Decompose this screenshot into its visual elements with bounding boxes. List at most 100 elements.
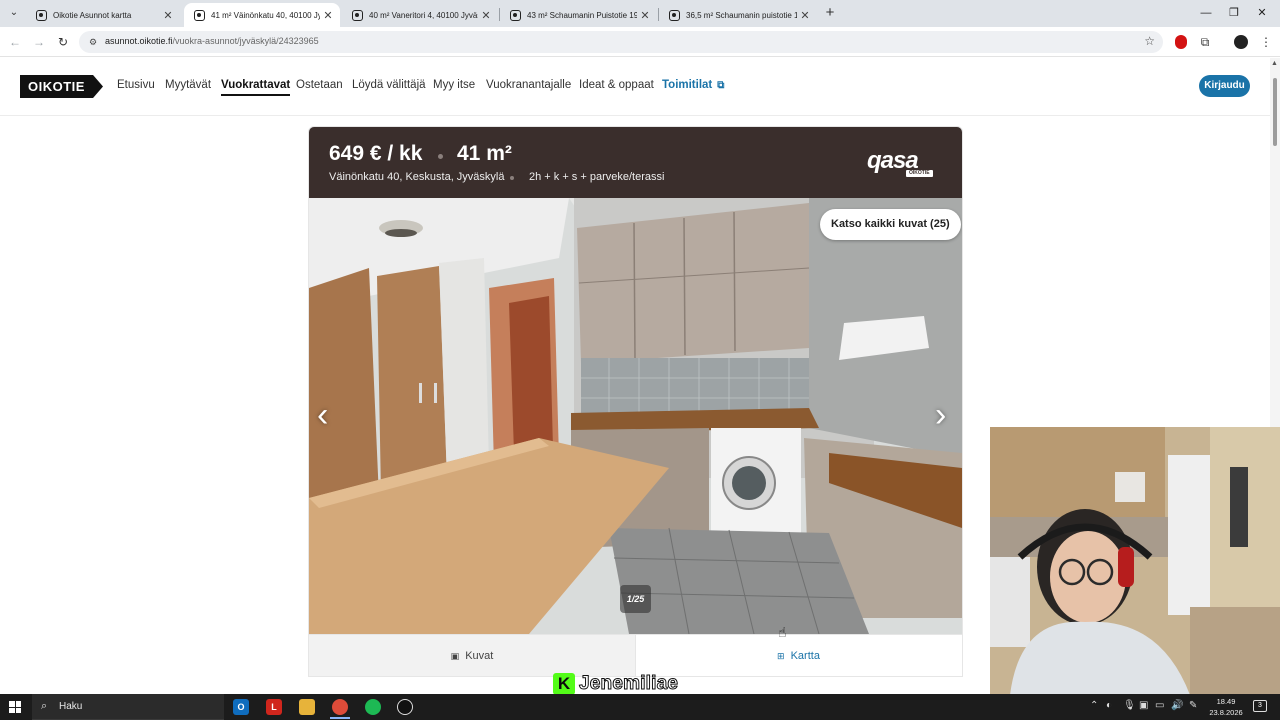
nav-loyda-valittaja[interactable]: Löydä välittäjä [352,79,426,91]
close-tab-icon[interactable]: ✕ [478,9,494,22]
minimize-icon[interactable]: — [1196,4,1216,22]
oikotie-favicon-icon [36,9,47,21]
login-button[interactable]: Kirjaudu [1199,75,1250,97]
tab-title: 41 m² Väinönkatu 40, 40100 Jyväskylä [211,10,320,20]
taskbar-date: 23.8.2026 [1209,708,1243,717]
tab-search-chevron-icon[interactable]: ⌄ [6,5,22,21]
notification-center-icon[interactable]: 3 [1253,700,1267,712]
browser-tab[interactable]: Oikotie Asunnot kartta ✕ [26,3,180,27]
tab-title: 36,5 m² Schaumanin puistotie 19 [686,10,797,20]
webcam-video-image [990,427,1280,695]
forward-arrow-icon[interactable]: → [30,33,48,51]
nav-toimitilat-label: Toimitilat [662,79,713,91]
listing-area: 41 m² [457,142,512,165]
taskbar-time: 18.49 [1216,697,1236,706]
qasa-logo-subtext: OIKOTIE [906,170,933,177]
map-icon: ⊞ [777,651,785,661]
tray-app-icon[interactable]: ◐ [1106,700,1112,711]
listing-card: 649 € / kk 41 m² Väinönkatu 40, Keskusta… [309,127,962,676]
close-tab-icon[interactable]: ✕ [320,9,336,22]
active-app-indicator [330,717,350,719]
spotify-app-icon[interactable] [365,699,381,715]
kitchen-photo-image [309,198,962,634]
nav-myy-itse[interactable]: Myy itse [433,79,475,91]
url-text[interactable]: asunnot.oikotie.fi/vuokra-asunnot/jyväsk… [105,36,319,46]
nav-ostetaan[interactable]: Ostetaan [296,79,343,91]
scroll-up-arrow-icon[interactable]: ▲ [1271,60,1278,67]
reload-icon[interactable]: ↻ [54,33,72,51]
opera-extension-icon[interactable] [1175,35,1187,49]
windows-taskbar: ⌕ Haku O L ⌃ ◐ 🎙 ▣ ▭ 🔊 ✎ 18.49 23.8.2026… [0,694,1280,720]
network-icon[interactable]: ▭ [1155,700,1164,711]
browser-tab[interactable]: 43 m² Schaumanin Puistotie 19 ✕ [500,3,657,27]
oikotie-logo[interactable]: OIKOTIE [20,75,103,98]
close-tab-icon[interactable]: ✕ [637,9,653,22]
listing-address: Väinönkatu 40, Keskusta, Jyväskylä [329,171,505,183]
browser-tab-active[interactable]: 41 m² Väinönkatu 40, 40100 Jyväskylä ✕ [184,3,340,27]
oikotie-favicon-icon [352,9,363,21]
listing-rooms: 2h + k + s + parveke/terassi [529,171,665,183]
close-tab-icon[interactable]: ✕ [160,9,176,22]
oikotie-favicon-icon [510,9,521,21]
url-path: /vuokra-asunnot/jyväskylä/24323965 [172,36,319,46]
nav-vuokrattavat[interactable]: Vuokrattavat [221,79,291,96]
media-tabs: ▣ Kuvat ⊞ Kartta [309,634,962,676]
webcam-overlay [990,427,1280,695]
pen-icon[interactable]: ✎ [1189,700,1197,711]
volume-icon[interactable]: 🔊 [1171,700,1183,711]
streamer-name: Jenemiliae [578,673,679,695]
close-tab-icon[interactable]: ✕ [797,9,813,22]
tab-photos[interactable]: ▣ Kuvat [309,635,635,676]
windows-start-icon[interactable] [9,701,21,713]
tab-photos-label: Kuvat [465,650,494,662]
oikotie-favicon-icon [669,9,680,21]
browser-menu-icon[interactable]: ⋮ [1257,33,1275,51]
see-all-photos-button[interactable]: Katso kaikki kuvat (25) [820,209,961,240]
extensions-puzzle-icon[interactable]: ⧉ [1196,33,1214,51]
tab-title: Oikotie Asunnot kartta [53,10,132,20]
obs-app-icon[interactable] [397,699,413,715]
taskbar-search[interactable]: ⌕ Haku [32,694,224,720]
separator-dot [438,154,443,159]
taskbar-clock[interactable]: 18.49 23.8.2026 [1207,696,1245,718]
restore-icon[interactable]: ❐ [1224,4,1244,22]
back-arrow-icon[interactable]: ← [6,33,24,51]
tab-map[interactable]: ⊞ Kartta [635,635,961,676]
address-bar[interactable]: ⚙ asunnot.oikotie.fi/vuokra-asunnot/jyvä… [79,31,1163,53]
nav-etusivu[interactable]: Etusivu [117,79,155,91]
profile-avatar-icon[interactable] [1234,35,1248,49]
l-app-icon[interactable]: L [266,699,282,715]
new-tab-plus-icon[interactable]: + [822,4,838,22]
bookmark-star-icon[interactable]: ☆ [1144,34,1155,48]
browser-tab[interactable]: 36,5 m² Schaumanin puistotie 19 ✕ [659,3,817,27]
listing-header: 649 € / kk 41 m² Väinönkatu 40, Keskusta… [309,127,962,198]
outlook-app-icon[interactable]: O [233,699,249,715]
tray-chevron-icon[interactable]: ⌃ [1090,700,1098,711]
next-photo-arrow-icon[interactable]: › [935,398,946,432]
listing-price: 649 € / kk [329,142,423,165]
nav-vuokranantajalle[interactable]: Vuokranantajalle [486,79,571,91]
external-link-icon: ⧉ [717,80,725,91]
site-info-icon[interactable]: ⚙ [87,36,99,48]
site-header: OIKOTIE Etusivu Myytävät Vuokrattavat Os… [0,58,1270,116]
streamer-watermark: K Jenemiliae [553,672,678,696]
scrollbar-thumb[interactable] [1273,78,1277,146]
browser-toolbar: ← → ↻ ⚙ asunnot.oikotie.fi/vuokra-asunno… [0,27,1280,57]
display-icon[interactable]: ▣ [1139,700,1148,711]
nav-myytavat[interactable]: Myytävät [165,79,211,91]
tab-title: 43 m² Schaumanin Puistotie 19 [527,10,637,20]
chrome-app-icon[interactable] [332,699,348,715]
listing-photo[interactable]: Katso kaikki kuvat (25) ‹ › 1/25 [309,198,962,634]
search-icon: ⌕ [41,700,48,712]
hand-cursor-icon: ☝ [778,624,787,640]
microphone-icon[interactable]: 🎙 [1123,700,1136,711]
close-window-icon[interactable]: ✕ [1252,4,1272,22]
previous-photo-arrow-icon[interactable]: ‹ [317,398,328,432]
oikotie-favicon-icon [194,9,205,21]
nav-toimitilat[interactable]: Toimitilat ⧉ [662,79,724,91]
image-icon: ▣ [450,651,460,661]
browser-tab[interactable]: 40 m² Vaneritori 4, 40100 Jyväskylä ✕ [342,3,498,27]
file-explorer-icon[interactable] [299,699,315,715]
nav-ideat-oppaat[interactable]: Ideat & oppaat [579,79,654,91]
taskbar-search-label: Haku [59,701,83,712]
